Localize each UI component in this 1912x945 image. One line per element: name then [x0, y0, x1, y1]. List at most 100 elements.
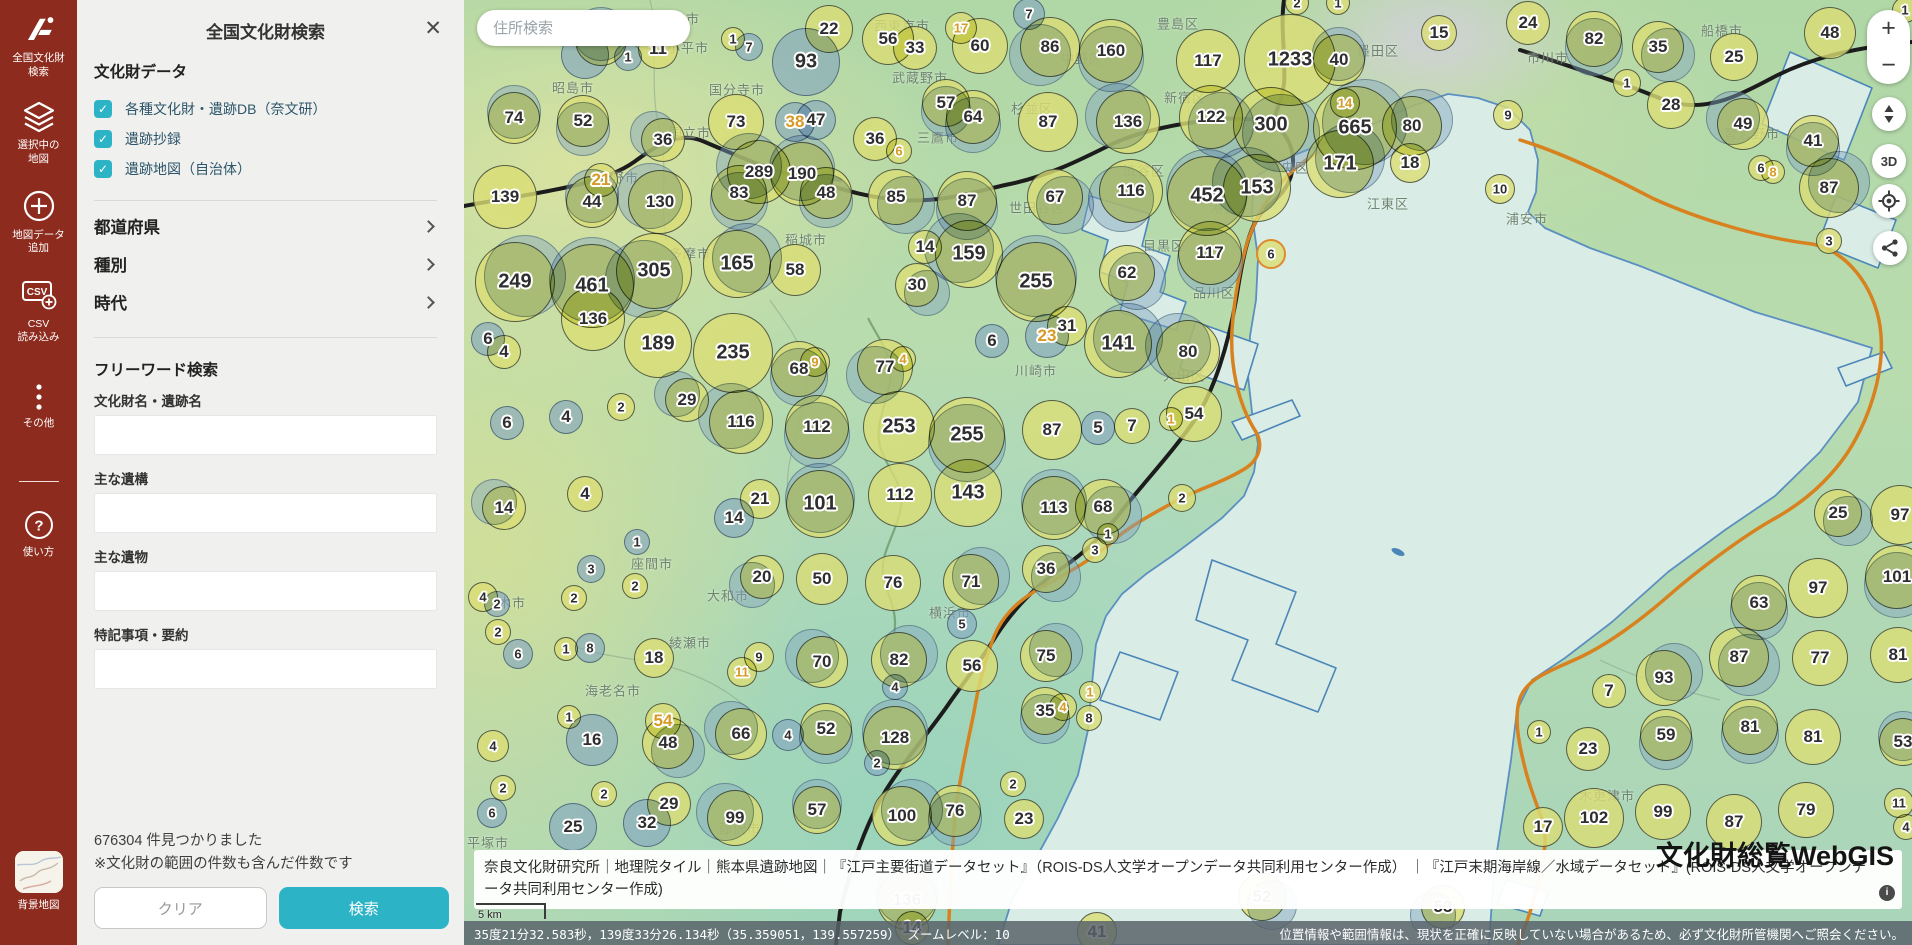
- cluster-marker[interactable]: [549, 803, 597, 851]
- cluster-marker[interactable]: [1785, 709, 1841, 765]
- sidebar-item-national-search[interactable]: 全国文化財 検索: [12, 12, 65, 79]
- cluster-marker[interactable]: [607, 393, 635, 421]
- cluster-marker[interactable]: [1717, 98, 1769, 150]
- cluster-marker[interactable]: [1306, 130, 1374, 198]
- cluster-marker[interactable]: [557, 95, 609, 147]
- cluster-marker[interactable]: [929, 785, 981, 837]
- sidebar-item-more[interactable]: その他: [23, 383, 55, 431]
- cluster-marker[interactable]: [947, 609, 977, 639]
- cluster-marker[interactable]: [1313, 34, 1365, 86]
- cluster-marker[interactable]: [934, 459, 1002, 527]
- clear-button[interactable]: クリア: [94, 887, 267, 929]
- cluster-marker[interactable]: [975, 324, 1009, 358]
- share-button[interactable]: [1873, 231, 1907, 265]
- cluster-marker[interactable]: [1020, 17, 1080, 77]
- cluster-marker[interactable]: [1814, 489, 1862, 537]
- cluster-marker[interactable]: [473, 165, 537, 229]
- zoom-in-button[interactable]: +: [1867, 10, 1910, 47]
- cluster-marker[interactable]: [616, 233, 692, 309]
- cluster-marker[interactable]: [490, 775, 516, 801]
- cluster-marker[interactable]: [1256, 239, 1286, 269]
- cluster-marker[interactable]: [769, 244, 821, 296]
- cluster-marker[interactable]: [800, 167, 852, 219]
- cluster-marker[interactable]: [707, 790, 763, 846]
- cluster-marker[interactable]: [1079, 681, 1101, 703]
- cluster-marker[interactable]: [475, 242, 555, 322]
- cluster-marker[interactable]: [727, 657, 757, 687]
- checkbox-row-db[interactable]: ✓ 各種文化財・遺跡DB（奈文研）: [94, 94, 437, 124]
- cluster-marker[interactable]: [577, 555, 605, 583]
- cluster-marker[interactable]: [484, 591, 510, 617]
- cluster-marker[interactable]: [1027, 169, 1083, 225]
- cluster-marker[interactable]: [952, 18, 1008, 74]
- cluster-marker[interactable]: [566, 714, 618, 766]
- name-field[interactable]: [94, 415, 437, 455]
- cluster-marker[interactable]: [796, 636, 848, 688]
- cluster-marker[interactable]: [796, 100, 836, 140]
- cluster-marker[interactable]: [868, 169, 924, 225]
- cluster-marker[interactable]: [591, 781, 617, 807]
- cluster-marker[interactable]: [1000, 771, 1026, 797]
- cluster-marker[interactable]: [1223, 154, 1291, 222]
- cluster-marker[interactable]: [709, 390, 773, 454]
- cluster-marker[interactable]: [863, 391, 935, 463]
- cluster-marker[interactable]: [1635, 784, 1691, 840]
- cluster-marker[interactable]: [786, 470, 854, 538]
- cluster-marker[interactable]: [1527, 720, 1551, 744]
- cluster-marker[interactable]: [1566, 727, 1610, 771]
- cluster-marker[interactable]: [772, 28, 840, 96]
- cluster-marker[interactable]: [1049, 693, 1077, 721]
- cluster-marker[interactable]: [1047, 306, 1087, 346]
- cluster-marker[interactable]: [628, 170, 692, 234]
- cluster-marker[interactable]: [1566, 11, 1622, 67]
- attribution-info-icon[interactable]: i: [1879, 885, 1895, 901]
- cluster-marker[interactable]: [1096, 90, 1160, 154]
- cluster-marker[interactable]: [1799, 158, 1859, 218]
- cluster-marker[interactable]: [623, 799, 671, 847]
- cluster-marker[interactable]: [796, 553, 848, 605]
- sidebar-item-help[interactable]: ? 使い方: [23, 510, 55, 560]
- cluster-marker[interactable]: [1722, 699, 1778, 755]
- cluster-marker[interactable]: [1176, 29, 1240, 93]
- cluster-marker[interactable]: [793, 786, 841, 834]
- cluster-marker[interactable]: [566, 176, 618, 228]
- sidebar-item-background-map[interactable]: 背景地図: [15, 851, 63, 913]
- cluster-marker[interactable]: [634, 638, 674, 678]
- sidebar-item-add-map-data[interactable]: 地図データ 追加: [12, 189, 65, 256]
- cluster-marker[interactable]: [1421, 15, 1457, 51]
- cluster-marker[interactable]: [1178, 221, 1242, 285]
- checkbox-row-abstract[interactable]: ✓ 遺跡抄録: [94, 124, 437, 154]
- cluster-marker[interactable]: [641, 118, 685, 162]
- cluster-marker[interactable]: [490, 406, 524, 440]
- zoom-out-button[interactable]: −: [1867, 47, 1910, 84]
- cluster-marker[interactable]: [1020, 630, 1072, 682]
- accordion-era[interactable]: 時代: [94, 283, 437, 321]
- cluster-marker[interactable]: [624, 310, 692, 378]
- 3d-view-button[interactable]: 3D: [1872, 144, 1906, 178]
- cluster-marker[interactable]: [1778, 782, 1834, 838]
- cluster-marker[interactable]: [561, 585, 587, 611]
- sidebar-item-csv-import[interactable]: CSV CSV 読み込み: [18, 278, 60, 345]
- cluster-marker[interactable]: [1082, 537, 1108, 563]
- cluster-marker[interactable]: [1022, 400, 1082, 460]
- cluster-marker[interactable]: [624, 529, 650, 555]
- cluster-marker[interactable]: [1485, 174, 1515, 204]
- close-icon[interactable]: ✕: [424, 16, 442, 41]
- cluster-marker[interactable]: [1081, 411, 1115, 445]
- cluster-marker[interactable]: [575, 633, 605, 663]
- cluster-marker[interactable]: [865, 555, 921, 611]
- cluster-marker[interactable]: [1523, 807, 1563, 847]
- accordion-prefecture[interactable]: 都道府県: [94, 207, 437, 245]
- cluster-marker[interactable]: [1168, 484, 1196, 512]
- cluster-marker[interactable]: [946, 640, 998, 692]
- cluster-marker[interactable]: [642, 717, 694, 769]
- cluster-marker[interactable]: [703, 230, 771, 298]
- cluster-marker[interactable]: [1792, 630, 1848, 686]
- cluster-marker[interactable]: [868, 463, 932, 527]
- cluster-marker[interactable]: [622, 573, 648, 599]
- cluster-marker[interactable]: [1640, 709, 1692, 761]
- cluster-marker[interactable]: [893, 26, 937, 70]
- cluster-marker[interactable]: [1761, 160, 1785, 184]
- cluster-marker[interactable]: [477, 798, 507, 828]
- cluster-marker[interactable]: [886, 138, 912, 164]
